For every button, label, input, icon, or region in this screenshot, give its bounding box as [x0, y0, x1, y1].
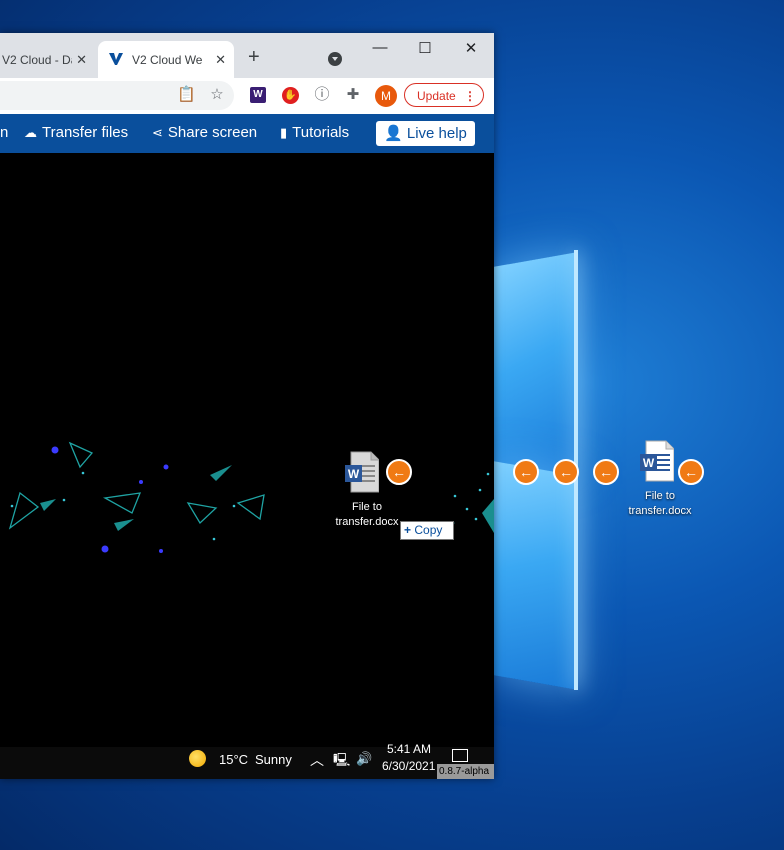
v2-toolbar: n ☁ Transfer files ⋖ Share screen ▮ Tuto…: [0, 114, 494, 153]
tab-v2-cloud-dashboard[interactable]: V2 Cloud - Da ✕: [0, 41, 95, 78]
nav-label: Transfer files: [42, 124, 129, 141]
extension-info-icon[interactable]: ⓘ: [313, 86, 331, 104]
file-name-line1: File to: [352, 501, 382, 513]
chevron-up-icon[interactable]: ︿: [310, 750, 324, 770]
browser-window: V2 Cloud - Da ✕ V2 Cloud We ✕ + — ☐ ✕ 📋 …: [0, 33, 494, 779]
windows-logo-background: [494, 0, 784, 850]
nav-label: Tutorials: [292, 124, 350, 141]
arrow-left-icon: ←: [386, 459, 412, 485]
tab-v2-cloud-web[interactable]: V2 Cloud We ✕: [98, 41, 234, 78]
clipboard-icon[interactable]: 📋: [177, 86, 196, 104]
arrow-left-icon: ←: [553, 459, 579, 485]
plus-icon: +: [404, 523, 412, 537]
arrow-left-icon: ←: [513, 459, 539, 485]
live-help-button[interactable]: 👤 Live help: [376, 121, 475, 146]
clock-time[interactable]: 5:41 AM: [387, 742, 431, 756]
cloud-upload-icon: ☁: [24, 124, 37, 140]
close-tab-icon[interactable]: ✕: [76, 52, 87, 68]
avatar[interactable]: M: [375, 85, 397, 107]
nav-label: n: [0, 124, 9, 141]
extension-w-icon[interactable]: W: [250, 87, 266, 103]
version-label: 0.8.7-alpha: [437, 764, 494, 779]
copy-label: Copy: [414, 523, 443, 537]
live-help-label: Live help: [406, 125, 467, 142]
remote-file-label[interactable]: File to transfer.docx: [328, 500, 406, 530]
word-document-icon: W: [345, 451, 379, 493]
arrow-left-icon: ←: [593, 459, 619, 485]
file-name-line2: transfer.docx: [335, 516, 399, 528]
tab-label: V2 Cloud We: [132, 52, 203, 67]
file-name-line2: transfer.docx: [628, 505, 692, 517]
word-document-icon: W: [640, 440, 674, 482]
file-name-line1: File to: [645, 490, 675, 502]
remote-wallpaper: [8, 441, 494, 553]
desktop-file-label[interactable]: File to transfer.docx: [620, 489, 700, 519]
svg-text:W: W: [643, 456, 655, 470]
close-window-button[interactable]: ✕: [461, 39, 481, 57]
clock-date[interactable]: 6/30/2021: [382, 759, 435, 773]
user-icon: 👤: [384, 125, 403, 142]
extension-stop-icon[interactable]: ✋: [282, 87, 299, 104]
update-label: Update: [417, 89, 456, 103]
v2-logo-icon: [109, 53, 123, 65]
remote-taskbar: 15°C Sunny ︿ 🖳 🔊 5:41 AM 6/30/2021: [0, 742, 494, 779]
tab-label: V2 Cloud - Da: [2, 52, 72, 67]
sun-icon[interactable]: [189, 750, 206, 767]
volume-icon[interactable]: 🔊: [356, 751, 372, 767]
share-screen-button[interactable]: ⋖ Share screen: [152, 124, 257, 141]
nav-item-partial[interactable]: n: [0, 124, 8, 141]
star-icon[interactable]: ☆: [208, 86, 226, 104]
weather-temperature[interactable]: 15°C: [219, 752, 248, 767]
network-icon[interactable]: 🖳: [333, 751, 350, 773]
kebab-menu-icon: ⋮: [464, 89, 476, 103]
transfer-files-button[interactable]: ☁ Transfer files: [24, 124, 128, 141]
svg-text:W: W: [348, 467, 360, 481]
update-button[interactable]: Update ⋮: [404, 83, 484, 107]
windows-logo-pane-bottom: [494, 461, 578, 690]
share-icon: ⋖: [152, 124, 163, 140]
omnibox[interactable]: [0, 81, 234, 110]
windows-logo-pane-top: [494, 252, 578, 485]
close-tab-icon[interactable]: ✕: [215, 52, 226, 68]
new-tab-button[interactable]: +: [248, 46, 260, 69]
tutorials-button[interactable]: ▮ Tutorials: [280, 124, 349, 141]
nav-label: Share screen: [167, 124, 258, 141]
notification-icon[interactable]: [452, 749, 468, 762]
tab-strip: V2 Cloud - Da ✕ V2 Cloud We ✕ + — ☐ ✕: [0, 33, 494, 78]
arrow-left-icon: ←: [678, 459, 704, 485]
minimize-button[interactable]: —: [370, 39, 390, 56]
weather-condition[interactable]: Sunny: [255, 752, 292, 767]
tab-search-icon[interactable]: [328, 52, 342, 66]
maximize-button[interactable]: ☐: [415, 39, 435, 57]
remote-desktop-view[interactable]: [0, 153, 494, 747]
address-bar: 📋 ☆ W ✋ ⓘ ✚ M Update ⋮: [0, 78, 494, 115]
book-icon: ▮: [280, 124, 288, 140]
puzzle-icon[interactable]: ✚: [344, 86, 362, 104]
copy-tooltip: + Copy: [400, 521, 454, 540]
